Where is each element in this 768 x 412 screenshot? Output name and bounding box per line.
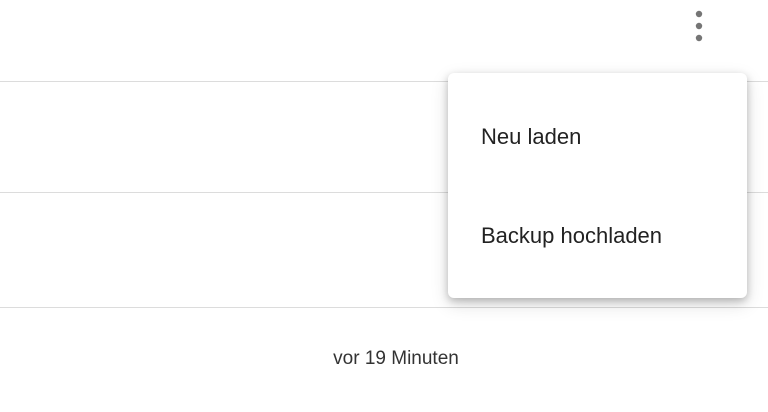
menu-item-upload-backup[interactable]: Backup hochladen (448, 208, 747, 264)
page: vor 19 Minuten Neu laden Backup hochlade… (0, 0, 768, 412)
menu-item-label: Backup hochladen (481, 223, 663, 248)
menu-item-reload[interactable]: Neu laden (448, 109, 747, 165)
menu-item-label: Neu laden (481, 124, 582, 149)
last-updated-timestamp: vor 19 Minuten (333, 348, 459, 369)
more-options-button[interactable] (682, 6, 716, 46)
more-vert-icon (695, 10, 703, 42)
overflow-menu: Neu laden Backup hochladen (448, 73, 747, 298)
list-divider (0, 307, 768, 308)
